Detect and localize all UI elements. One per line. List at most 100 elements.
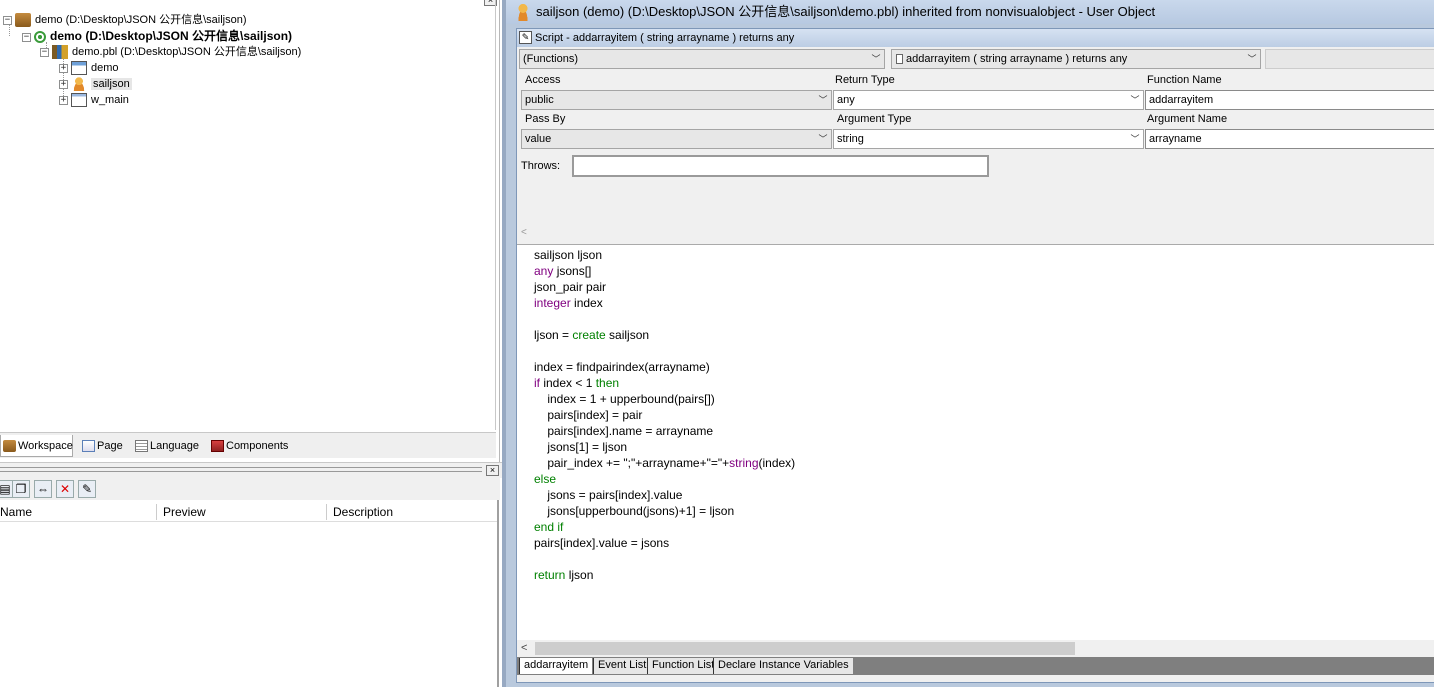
target-icon <box>34 31 46 44</box>
copy-icon[interactable]: ❐ <box>12 480 30 498</box>
list-border <box>497 500 499 687</box>
access-value: public <box>525 94 554 106</box>
delete-icon[interactable]: ✕ <box>56 480 74 498</box>
tab-event-list[interactable]: Event List <box>593 658 651 674</box>
tab-page[interactable]: Page <box>80 435 128 457</box>
argument-type-dropdown[interactable]: string ﹀ <box>833 129 1144 149</box>
list-panel: ▤ ❐ ⇔ ✕ ✎ Name Preview Description <box>0 478 502 687</box>
function-name-value: addarrayitem <box>1149 94 1214 106</box>
script-tabs: addarrayitem Event List Function List De… <box>517 657 1434 675</box>
code-line: if index < 1 then <box>534 376 620 390</box>
pass-by-label: Pass By <box>525 113 566 125</box>
script-header: ✎ Script - addarrayitem ( string arrayna… <box>517 29 1434 47</box>
object-dropdown[interactable]: (Functions) ﹀ <box>519 49 885 69</box>
throws-field[interactable] <box>572 155 989 177</box>
column-name[interactable]: Name <box>0 502 32 522</box>
expand-icon[interactable]: + <box>59 63 68 73</box>
tree-item-demo-app[interactable]: + demo <box>59 60 119 76</box>
code-line: jsons[upperbound(jsons)+1] = ljson <box>534 504 735 518</box>
tree-item-label: demo (D:\Desktop\JSON 公开信息\sailjson) <box>35 14 247 26</box>
user-object-icon <box>516 3 530 21</box>
splitter-grip[interactable] <box>0 467 482 472</box>
tree-item-label: demo <box>91 62 119 74</box>
code-editor[interactable]: sailjson ljson any jsons[] json_pair pai… <box>517 244 1434 640</box>
tree-item-label: demo.pbl (D:\Desktop\JSON 公开信息\sailjson) <box>72 46 302 58</box>
code-line: jsons[1] = ljson <box>534 440 628 454</box>
object-dropdown-value: (Functions) <box>523 53 579 65</box>
tree-item-w-main[interactable]: + w_main <box>59 92 129 108</box>
workspace-border <box>495 0 496 430</box>
window-titlebar[interactable]: sailjson (demo) (D:\Desktop\JSON 公开信息\sa… <box>506 0 1434 24</box>
script-title: Script - addarrayitem ( string arrayname… <box>535 32 795 44</box>
collapse-icon[interactable]: − <box>40 47 49 57</box>
code-line: ljson = create sailjson <box>534 328 650 342</box>
access-dropdown[interactable]: public ﹀ <box>521 90 832 110</box>
code-line: any jsons[] <box>534 264 592 278</box>
tab-language[interactable]: Language <box>133 435 203 457</box>
column-preview[interactable]: Preview <box>163 502 206 522</box>
code-line: return ljson <box>534 568 594 582</box>
collapse-icon[interactable]: − <box>3 15 12 25</box>
expand-icon[interactable]: + <box>59 95 68 105</box>
prototype-scrollbar[interactable]: < <box>517 225 1434 241</box>
tab-label: Workspace <box>18 440 73 452</box>
pass-by-dropdown[interactable]: value ﹀ <box>521 129 832 149</box>
workspace-panel: × − demo (D:\Desktop\JSON 公开信息\sailjson) … <box>0 0 500 462</box>
list-panel-close-button[interactable]: × <box>486 465 499 476</box>
list-toolbar: ▤ ❐ ⇔ ✕ ✎ <box>0 478 500 500</box>
tab-declare-instance-variables[interactable]: Declare Instance Variables <box>713 658 853 674</box>
return-type-value: any <box>837 94 855 106</box>
code-horizontal-scrollbar[interactable]: < <box>517 640 1434 657</box>
tab-components[interactable]: Components <box>209 435 295 457</box>
edit-icon[interactable]: ✎ <box>78 480 96 498</box>
pass-by-value: value <box>525 133 552 145</box>
column-description[interactable]: Description <box>333 502 393 522</box>
column-separator[interactable] <box>156 504 157 520</box>
workspace-icon <box>3 440 16 453</box>
chevron-down-icon: ﹀ <box>1130 134 1140 144</box>
function-dropdown-value: addarrayitem ( string arrayname ) return… <box>906 53 1128 65</box>
panel-splitter[interactable]: × <box>0 462 502 478</box>
chevron-left-icon[interactable]: < <box>521 227 527 238</box>
argument-type-value: string <box>837 133 864 145</box>
chevron-down-icon: ﹀ <box>1247 54 1257 64</box>
tab-label: Page <box>97 440 123 452</box>
chevron-down-icon: ﹀ <box>818 95 828 105</box>
argument-name-label: Argument Name <box>1147 113 1228 125</box>
code-line: pair_index += ";"+arrayname+"="+string(i… <box>534 456 796 470</box>
application-icon <box>71 61 87 76</box>
user-object-icon <box>71 77 87 92</box>
collapse-icon[interactable]: − <box>22 32 31 42</box>
chevron-left-icon[interactable]: < <box>521 640 527 657</box>
tab-addarrayitem[interactable]: addarrayitem <box>519 658 593 674</box>
code-line: index = 1 + upperbound(pairs[]) <box>534 392 715 406</box>
column-separator[interactable] <box>326 504 327 520</box>
scrollbar-thumb[interactable] <box>535 642 1075 655</box>
tree-item-library[interactable]: − demo.pbl (D:\Desktop\JSON 公开信息\sailjson… <box>40 44 301 60</box>
code-line: integer index <box>534 296 603 310</box>
chevron-down-icon: ﹀ <box>818 134 828 144</box>
code-line: index = findpairindex(arrayname) <box>534 360 710 374</box>
access-label: Access <box>525 74 561 86</box>
language-icon <box>135 440 148 453</box>
code-line: end if <box>534 520 564 534</box>
return-type-dropdown[interactable]: any ﹀ <box>833 90 1144 110</box>
resize-icon[interactable]: ⇔ <box>34 480 52 498</box>
window-title: sailjson (demo) (D:\Desktop\JSON 公开信息\sa… <box>536 4 1156 19</box>
tab-function-list[interactable]: Function List <box>647 658 719 674</box>
tree-item-sailjson[interactable]: + sailjson <box>59 76 132 92</box>
tree-item-workspace[interactable]: − demo (D:\Desktop\JSON 公开信息\sailjson) <box>3 12 247 28</box>
function-dropdown[interactable]: addarrayitem ( string arrayname ) return… <box>891 49 1261 69</box>
tab-workspace[interactable]: Workspace <box>0 435 73 457</box>
code-line: jsons = pairs[index].value <box>534 488 683 502</box>
expand-icon[interactable]: + <box>59 79 68 89</box>
argument-type-label: Argument Type <box>837 113 912 125</box>
argument-name-field[interactable]: arrayname <box>1145 129 1434 149</box>
script-panel: ✎ Script - addarrayitem ( string arrayna… <box>516 28 1434 683</box>
tree-item-target[interactable]: − demo (D:\Desktop\JSON 公开信息\sailjson) <box>22 28 292 44</box>
tree-item-label: w_main <box>91 94 129 106</box>
function-name-field[interactable]: addarrayitem <box>1145 90 1434 110</box>
argument-name-value: arrayname <box>1149 133 1202 145</box>
function-name-label: Function Name <box>1147 74 1222 86</box>
tree-item-label: sailjson <box>91 78 132 90</box>
